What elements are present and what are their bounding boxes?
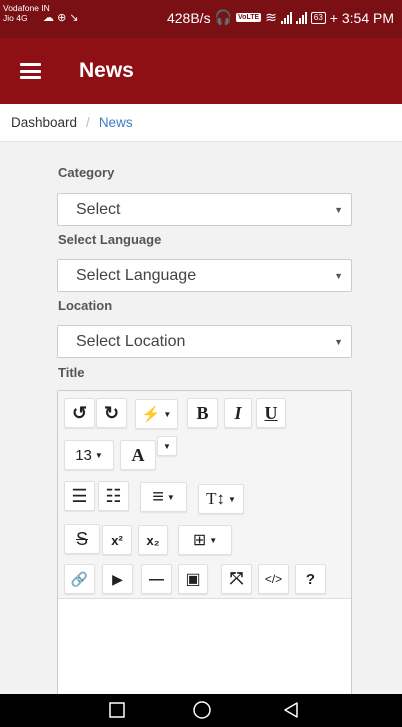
italic-button[interactable]: I <box>224 398 252 428</box>
signal-icon <box>280 11 292 24</box>
table-icon: ⊞ <box>192 532 207 549</box>
breadcrumb-home-link[interactable]: Dashboard <box>11 115 77 130</box>
caret-down-icon: ▼ <box>94 450 103 460</box>
breadcrumb-separator: / <box>86 115 90 130</box>
subscript-button[interactable]: x₂ <box>138 525 168 555</box>
ordered-list-icon: ☷ <box>105 485 122 506</box>
language-select-value: Select Language <box>76 266 197 284</box>
home-icon[interactable] <box>192 700 212 720</box>
line-height-icon: T↕ <box>206 489 225 508</box>
font-size-value: 13 <box>75 446 92 464</box>
redo-icon: ↻ <box>103 402 120 423</box>
sync-icon: ⊕ <box>57 12 67 24</box>
bold-icon: B <box>196 402 209 423</box>
caret-down-icon: ▼ <box>163 441 171 451</box>
status-bar: Vodafone IN Jio 4G ☁ ⊕ ↘ 428B/s 🎧 VoLTE … <box>0 0 402 38</box>
align-icon: ≡ <box>152 485 164 508</box>
font-size-button[interactable]: 13 ▼ <box>64 440 114 470</box>
menu-icon[interactable] <box>20 63 41 79</box>
location-select-value: Select Location <box>76 332 186 350</box>
line-height-button[interactable]: T↕ ▼ <box>198 484 244 514</box>
help-button[interactable]: ? <box>295 564 326 594</box>
strikethrough-icon: S <box>75 528 88 549</box>
signal-icon-2 <box>295 11 307 24</box>
redo-button[interactable]: ↻ <box>96 398 127 428</box>
editor-toolbar: ↺ ↻ ⚡ ▼ B I U 13 ▼ A ▼ ☰ ☷ ≡ ▼ T↕ ▼ S x² x₂ … <box>58 391 351 599</box>
underline-icon: U <box>264 402 278 423</box>
fullscreen-button[interactable]: ⤧ <box>221 564 252 594</box>
underline-button[interactable]: U <box>256 398 286 428</box>
cloud-icon: ☁ <box>43 12 54 24</box>
undo-icon: ↺ <box>71 402 88 423</box>
font-color-icon: A <box>131 444 145 465</box>
table-button[interactable]: ⊞ ▼ <box>178 525 232 555</box>
chevron-down-icon: ▼ <box>334 271 343 281</box>
undo-button[interactable]: ↺ <box>64 398 95 428</box>
headset-icon: 🎧 <box>214 9 233 25</box>
status-icons-left: ☁ ⊕ ↘ <box>43 11 79 24</box>
category-select[interactable]: Select ▼ <box>57 193 352 226</box>
location-select[interactable]: Select Location ▼ <box>57 325 352 358</box>
subscript-icon: x₂ <box>146 532 160 548</box>
unordered-list-button[interactable]: ☰ <box>64 481 95 511</box>
font-color-button[interactable]: A <box>120 440 156 470</box>
code-view-button[interactable]: </> <box>258 564 289 594</box>
system-nav-bar <box>0 694 402 727</box>
page-title: News <box>79 59 134 82</box>
editor-content-area[interactable] <box>58 599 351 699</box>
style-dropdown-button[interactable]: ⚡ ▼ <box>135 399 178 429</box>
language-select[interactable]: Select Language ▼ <box>57 259 352 292</box>
video-button[interactable]: ▶ <box>102 564 133 594</box>
recents-icon[interactable] <box>107 700 127 720</box>
picture-icon: ▣ <box>185 571 201 588</box>
breadcrumb-current: News <box>98 115 133 130</box>
chevron-down-icon: ▼ <box>334 205 343 215</box>
volte-icon: VoLTE <box>236 13 262 22</box>
title-editor: ↺ ↻ ⚡ ▼ B I U 13 ▼ A ▼ ☰ ☷ ≡ ▼ T↕ ▼ S x² x₂ … <box>57 390 352 700</box>
location-label: Location <box>58 298 113 313</box>
caret-down-icon: ▼ <box>163 409 172 419</box>
italic-icon: I <box>234 402 242 423</box>
magic-wand-icon: ⚡ <box>141 406 161 423</box>
fullscreen-icon: ⤧ <box>229 569 244 588</box>
horizontal-rule-button[interactable]: — <box>141 564 172 594</box>
breadcrumb: Dashboard / News <box>0 104 402 142</box>
clock: + 3:54 PM <box>329 9 394 26</box>
title-label: Title <box>58 365 85 380</box>
superscript-icon: x² <box>111 532 123 548</box>
unordered-list-icon: ☰ <box>71 485 88 506</box>
ordered-list-button[interactable]: ☷ <box>98 481 129 511</box>
caret-down-icon: ▼ <box>166 492 175 502</box>
bold-button[interactable]: B <box>187 398 218 428</box>
back-icon[interactable] <box>281 700 301 720</box>
link-button[interactable]: 🔗 <box>64 564 95 594</box>
language-label: Select Language <box>58 232 162 247</box>
help-icon: ? <box>305 570 316 588</box>
picture-button[interactable]: ▣ <box>178 564 208 594</box>
caret-down-icon: ▼ <box>209 535 218 545</box>
link-icon: 🔗 <box>70 570 89 587</box>
category-select-value: Select <box>76 200 121 218</box>
status-icons-right: 428B/s 🎧 VoLTE ≋ 63 + 3:54 PM <box>167 9 394 26</box>
chevron-down-icon: ▼ <box>334 337 343 347</box>
font-color-dropdown-button[interactable]: ▼ <box>157 436 177 456</box>
superscript-button[interactable]: x² <box>102 525 132 555</box>
battery-icon: 63 <box>310 11 326 24</box>
missed-call-icon: ↘ <box>69 12 79 24</box>
paragraph-align-button[interactable]: ≡ ▼ <box>140 482 187 512</box>
horizontal-rule-icon: — <box>149 570 164 588</box>
wifi-icon: ≋ <box>265 9 277 25</box>
caret-down-icon: ▼ <box>227 494 236 504</box>
video-icon: ▶ <box>112 570 123 587</box>
app-bar: News <box>0 38 402 104</box>
category-label: Category <box>58 165 115 180</box>
code-icon: </> <box>264 572 283 586</box>
data-speed: 428B/s <box>166 9 211 26</box>
strikethrough-button[interactable]: S <box>64 524 100 554</box>
